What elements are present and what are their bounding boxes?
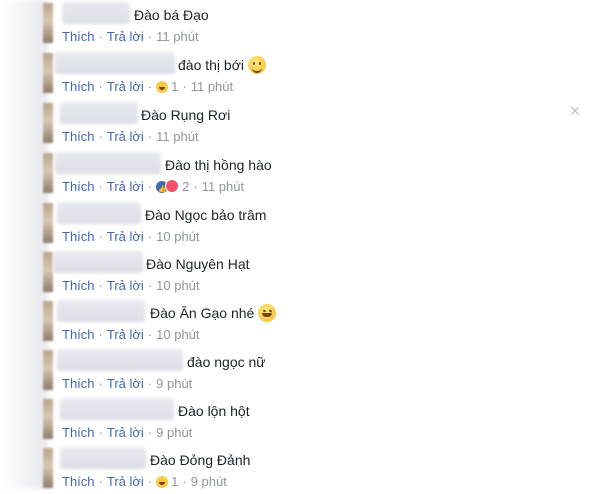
comment-actions: Thích · Trả lời · 9 phút — [62, 425, 193, 440]
blurred-commenter-name[interactable] — [55, 152, 161, 174]
comment-item: Đào Nguyên Hạt Thích · Trả lời · 10 phút — [0, 249, 560, 298]
smile-emoji-icon — [248, 56, 267, 74]
like-link[interactable]: Thích — [62, 425, 95, 440]
reply-link[interactable]: Trả lời — [107, 29, 144, 44]
reply-link[interactable]: Trả lời — [107, 327, 144, 342]
timestamp[interactable]: 11 phút — [191, 79, 233, 94]
blurred-commenter-name[interactable] — [55, 52, 175, 74]
reply-link[interactable]: Trả lời — [107, 474, 144, 489]
comment-actions: Thích · Trả lời · 10 phút — [62, 327, 200, 342]
comment-actions: Thích · Trả lời · 10 phút — [62, 229, 200, 244]
avatar[interactable] — [43, 252, 53, 292]
reaction-count[interactable]: 1 — [171, 79, 178, 94]
comment-text: Đào thị hồng hào — [165, 157, 272, 173]
comment-text: Đào bá Đạo — [134, 7, 209, 23]
haha-reaction-icon[interactable] — [156, 81, 169, 93]
comment-text: Đào Ngọc bảo trâm — [145, 207, 267, 223]
timestamp[interactable]: 11 phút — [156, 129, 198, 144]
timestamp[interactable]: 10 phút — [156, 327, 199, 342]
reply-link[interactable]: Trả lời — [107, 376, 144, 391]
comment-actions: Thích · Trả lời · 1 · 11 phút — [62, 79, 234, 94]
like-link[interactable]: Thích — [62, 229, 95, 244]
comment-item: đào thị bới Thích · Trả lời · 1 · 11 phút — [0, 50, 560, 99]
timestamp[interactable]: 9 phút — [156, 425, 192, 440]
comment-text: đào ngọc nữ — [187, 354, 266, 370]
like-link[interactable]: Thích — [62, 474, 95, 489]
blurred-commenter-name[interactable] — [60, 102, 138, 124]
comment-item: đào ngọc nữ Thích · Trả lời · 9 phút — [0, 347, 560, 396]
avatar[interactable] — [43, 203, 53, 243]
comment-item: Đào Ngọc bảo trâm Thích · Trả lời · 10 phút — [0, 200, 560, 249]
like-link[interactable]: Thích — [62, 129, 95, 144]
blurred-commenter-name[interactable] — [60, 398, 174, 420]
like-link[interactable]: Thích — [62, 179, 95, 194]
timestamp[interactable]: 9 phút — [156, 376, 192, 391]
blurred-commenter-name[interactable] — [57, 349, 183, 371]
avatar[interactable] — [43, 350, 53, 390]
love-reaction-icon[interactable] — [165, 179, 180, 193]
haha-reaction-icon[interactable] — [156, 476, 169, 488]
reaction-count[interactable]: 2 — [182, 179, 189, 194]
blurred-commenter-name[interactable] — [53, 251, 143, 273]
comment-stream: Đào bá Đạo Thích · Trả lời · 11 phút đào thị… — [0, 0, 600, 489]
comment-text: Đào lộn hột — [178, 403, 250, 419]
reply-link[interactable]: Trả lời — [107, 278, 144, 293]
blurred-commenter-name[interactable] — [57, 202, 141, 224]
comment-actions: Thích·Trả lời·2·11 phút — [62, 178, 244, 199]
comment-actions: Thích · Trả lời · 9 phút — [62, 376, 193, 391]
reply-link[interactable]: Trả lời — [107, 179, 144, 194]
comment-actions: Thích · Trả lời · 10 phút — [62, 278, 200, 293]
avatar[interactable] — [43, 53, 53, 93]
comment-item: Đào Ăn Gạo nhé Thích · Trả lời · 10 phút — [0, 298, 560, 347]
blurred-commenter-name[interactable] — [60, 447, 146, 469]
comment-item: Đào bá Đạo Thích · Trả lời · 11 phút — [0, 0, 560, 49]
comment-text: Đào Đỏng Đảnh — [150, 452, 251, 468]
avatar[interactable] — [43, 153, 53, 193]
grin-emoji-icon — [258, 304, 277, 322]
timestamp[interactable]: 11 phút — [202, 179, 244, 194]
blurred-commenter-name[interactable] — [62, 2, 130, 24]
comment-item: Đào thị hồng hào Thích·Trả lời·2·11 phút — [0, 150, 560, 199]
avatar[interactable] — [43, 301, 53, 341]
like-link[interactable]: Thích — [62, 29, 95, 44]
comment-actions: Thích · Trả lời · 11 phút — [62, 29, 199, 44]
reply-link[interactable]: Trả lời — [107, 229, 144, 244]
blurred-commenter-name[interactable] — [57, 300, 145, 322]
reaction-count[interactable]: 1 — [171, 474, 178, 489]
like-link[interactable]: Thích — [62, 376, 95, 391]
comment-text: Đào Rụng Rơi — [141, 107, 231, 123]
close-icon[interactable]: × — [566, 102, 584, 120]
timestamp[interactable]: 9 phút — [191, 474, 227, 489]
avatar[interactable] — [43, 3, 53, 43]
like-link[interactable]: Thích — [62, 327, 95, 342]
comment-text: đào thị bới — [178, 56, 267, 74]
timestamp[interactable]: 10 phút — [156, 278, 199, 293]
reply-link[interactable]: Trả lời — [107, 129, 144, 144]
like-link[interactable]: Thích — [62, 278, 95, 293]
timestamp[interactable]: 11 phút — [156, 29, 198, 44]
comment-actions: Thích · Trả lời · 1 · 9 phút — [62, 474, 227, 489]
avatar[interactable] — [43, 448, 53, 488]
comment-item: Đào Đỏng Đảnh Thích · Trả lời · 1 · 9 phút — [0, 445, 560, 494]
avatar[interactable] — [43, 399, 53, 439]
like-link[interactable]: Thích — [62, 79, 95, 94]
comment-actions: Thích · Trả lời · 11 phút — [62, 129, 199, 144]
comment-item: Đào Rụng Rơi Thích · Trả lời · 11 phút — [0, 100, 560, 149]
comment-text: Đào Nguyên Hạt — [146, 256, 250, 272]
avatar[interactable] — [43, 103, 53, 143]
timestamp[interactable]: 10 phút — [156, 229, 199, 244]
reply-link[interactable]: Trả lời — [107, 79, 144, 94]
reply-link[interactable]: Trả lời — [107, 425, 144, 440]
comment-text: Đào Ăn Gạo nhé — [150, 304, 277, 322]
comment-item: Đào lộn hột Thích · Trả lời · 9 phút — [0, 396, 560, 445]
